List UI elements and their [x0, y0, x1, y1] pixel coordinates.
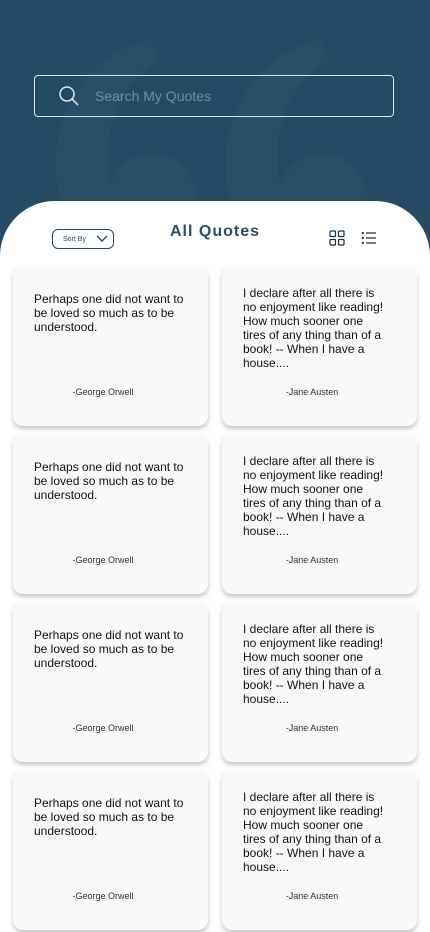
quote-text: I declare after all there is no enjoymen… [243, 622, 384, 706]
quote-author: -Jane Austen [285, 555, 339, 565]
quote-author: -Jane Austen [285, 387, 339, 397]
quote-card[interactable]: I declare after all there is no enjoymen… [222, 266, 417, 426]
quote-author: -George Orwell [72, 891, 134, 901]
quote-text: I declare after all there is no enjoymen… [243, 286, 384, 370]
quote-author: -George Orwell [72, 555, 134, 565]
quote-text: I declare after all there is no enjoymen… [243, 454, 384, 538]
quote-grid: Perhaps one did not want to be loved so … [13, 266, 417, 930]
quote-author: -George Orwell [72, 387, 134, 397]
quote-card[interactable]: I declare after all there is no enjoymen… [222, 434, 417, 594]
quote-card[interactable]: Perhaps one did not want to be loved so … [13, 266, 208, 426]
quote-card[interactable]: Perhaps one did not want to be loved so … [13, 770, 208, 930]
quote-text: Perhaps one did not want to be loved so … [34, 796, 184, 838]
quote-card[interactable]: Perhaps one did not want to be loved so … [13, 434, 208, 594]
search-input[interactable] [93, 87, 377, 105]
quote-text: Perhaps one did not want to be loved so … [34, 460, 184, 502]
grid-view-icon[interactable] [329, 230, 345, 246]
quote-author: -Jane Austen [285, 891, 339, 901]
quote-text: Perhaps one did not want to be loved so … [34, 628, 184, 670]
quote-author: -George Orwell [72, 723, 134, 733]
quote-text: Perhaps one did not want to be loved so … [34, 292, 184, 334]
search-bar[interactable] [34, 75, 394, 117]
quote-card[interactable]: I declare after all there is no enjoymen… [222, 770, 417, 930]
search-icon[interactable] [57, 84, 81, 108]
quote-text: I declare after all there is no enjoymen… [243, 790, 384, 874]
quote-author: -Jane Austen [285, 723, 339, 733]
list-view-icon[interactable] [361, 230, 377, 246]
quotes-panel: Sort By All Quotes Perhaps one did not w… [0, 201, 430, 932]
quote-card[interactable]: Perhaps one did not want to be loved so … [13, 602, 208, 762]
quote-card[interactable]: I declare after all there is no enjoymen… [222, 602, 417, 762]
